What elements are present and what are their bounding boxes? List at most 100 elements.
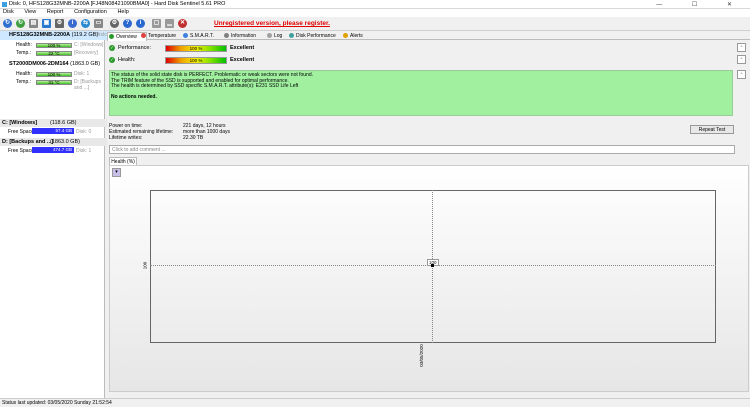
performance-info-button[interactable]: ▫ xyxy=(737,43,746,52)
disk-1-health-label: Health: xyxy=(16,71,32,77)
y-axis-tick: 100 xyxy=(142,261,148,270)
status-bar: Status last updated: 03/05/2020 Sunday 2… xyxy=(0,398,750,406)
volume-d-free-bar: 474.7 GB xyxy=(32,147,74,153)
performance-text: Excellent xyxy=(230,45,255,51)
report-icon[interactable]: ▤ xyxy=(29,19,38,28)
tab-bar: Overview Temperature S.M.A.R.T. Informat… xyxy=(107,31,750,41)
x-axis-tick: 03/05/2020 xyxy=(418,344,424,367)
menu-configuration[interactable]: Configuration xyxy=(74,9,107,15)
help-icon[interactable]: ? xyxy=(123,19,132,28)
tab-alerts[interactable]: Alerts xyxy=(342,32,376,40)
disk-1-health-vol: Disk: 1 xyxy=(74,71,90,77)
smart-icon xyxy=(183,33,188,38)
volume-c-name: C: [Windows] xyxy=(2,120,38,126)
disk-1-temp-label: Temp.: xyxy=(16,79,32,85)
health-bar: 100 % xyxy=(165,57,227,64)
volume-c-size: (118.6 GB) xyxy=(50,120,77,126)
disk-1-size: (1863.0 GB) xyxy=(70,61,101,67)
window-controls[interactable]: — ☐ ✕ xyxy=(656,1,746,8)
lifetime-writes-value: 22.30 TB xyxy=(183,135,204,141)
information-icon xyxy=(224,33,229,38)
disk-1-header[interactable]: ST2000DM006-2DM164 (1863.0 GB) xyxy=(0,60,114,69)
tab-disk-performance[interactable]: Disk Performance xyxy=(288,32,348,40)
health-info-button[interactable]: ▫ xyxy=(737,55,746,64)
tools-icon[interactable]: ⚙ xyxy=(55,19,64,28)
tab-smart-label: S.M.A.R.T. xyxy=(190,33,214,39)
no-actions-text: No actions needed. xyxy=(111,93,157,100)
performance-check-icon: ✓ xyxy=(109,45,115,51)
share-icon[interactable]: ⇆ xyxy=(81,19,90,28)
health-chart-tab[interactable]: Health (%) xyxy=(109,157,137,165)
performance-icon xyxy=(289,33,294,38)
performance-bar: 100 % xyxy=(165,45,227,52)
volume-c-disk: Disk: 0 xyxy=(76,129,92,135)
disk-1-name: ST2000DM006-2DM164 xyxy=(9,61,69,67)
disk-list-panel: HFS128G32MNB-2200A (119.2 GB) Disk: 0 He… xyxy=(0,31,114,399)
health-label: Health: xyxy=(118,57,136,63)
tab-alerts-label: Alerts xyxy=(350,33,363,39)
data-point xyxy=(431,264,434,267)
status-info-button[interactable]: ▫ xyxy=(737,70,746,79)
tab-smart[interactable]: S.M.A.R.T. xyxy=(182,32,228,40)
volume-c-free-label: Free Space xyxy=(8,129,34,135)
repeat-test-button[interactable]: Repeat Test xyxy=(690,125,734,134)
info-icon[interactable]: i xyxy=(68,19,77,28)
window-icon[interactable]: ▢ xyxy=(152,19,161,28)
app-icon xyxy=(2,2,7,7)
disk-1-temp-bar: 31 °C xyxy=(36,80,72,85)
volume-c-header[interactable]: C: [Windows] (118.6 GB) xyxy=(0,119,107,127)
menu-view[interactable]: View xyxy=(24,9,36,15)
menu-disk[interactable]: Disk xyxy=(3,9,14,15)
lifetime-writes-label: Lifetime writes: xyxy=(109,135,143,141)
volume-d-header[interactable]: D: [Backups and ...] (1863.0 GB) xyxy=(0,138,107,146)
health-text: Excellent xyxy=(230,57,255,63)
refresh-icon[interactable]: ↻ xyxy=(3,19,12,28)
title-bar: Disk: 0, HFS128G32MNB-2200A [FJ48N084210… xyxy=(0,0,750,9)
status-description-box: The status of the solid state disk is PE… xyxy=(109,70,733,116)
disk-0-temp-vol: [Recovery] xyxy=(74,50,98,56)
about-icon[interactable]: i xyxy=(136,19,145,28)
volume-d-free-label: Free Space xyxy=(8,148,34,154)
alerts-icon xyxy=(343,33,348,38)
health-check-icon: ✓ xyxy=(109,57,115,63)
disk-0-temp-label: Temp.: xyxy=(16,50,32,56)
log-icon xyxy=(267,33,272,38)
disk-0-header[interactable]: HFS128G32MNB-2200A (119.2 GB) Disk: 0 xyxy=(0,31,114,40)
menu-bar: Disk View Report Configuration Help xyxy=(0,9,750,17)
tab-log-label: Log xyxy=(274,33,283,39)
minimize-icon[interactable]: ▁ xyxy=(165,19,174,28)
save-icon[interactable]: ▣ xyxy=(42,19,51,28)
window-title: Disk: 0, HFS128G32MNB-2200A [FJ48N084210… xyxy=(9,1,226,7)
register-warning-link[interactable]: Unregistered version, please register. xyxy=(214,20,330,27)
chart-options-icon[interactable]: ▾ xyxy=(112,168,121,177)
toolbar: ↻ ↻ ▤ ▣ ⚙ i ⇆ ▭ ⚙ ? i ▢ ▁ ✕ Unregistered… xyxy=(0,17,750,31)
tab-temperature[interactable]: Temperature xyxy=(140,32,188,40)
update-icon[interactable]: ↻ xyxy=(16,19,25,28)
disk-0-health-bar: 100 % xyxy=(36,43,72,48)
disk-1-health-bar: 100 % xyxy=(36,72,72,77)
volume-d-name: D: [Backups and ...] xyxy=(2,139,54,145)
tab-information[interactable]: Information xyxy=(223,32,271,40)
menu-report[interactable]: Report xyxy=(47,9,64,15)
status-line-3: The health is determined by SSD specific… xyxy=(111,83,299,90)
tab-overview-label: Overview xyxy=(116,34,137,40)
tab-disk-performance-label: Disk Performance xyxy=(296,33,336,39)
volume-d-disk: Disk: 1 xyxy=(76,148,92,154)
settings-icon[interactable]: ⚙ xyxy=(110,19,119,28)
tab-information-label: Information xyxy=(231,33,257,39)
performance-label: Performance: xyxy=(118,45,152,51)
volume-c-free-bar: 57.4 GB xyxy=(32,128,74,134)
temperature-icon xyxy=(141,33,146,38)
disk-0-size: (119.2 GB) xyxy=(71,32,99,38)
disk-0-temp-bar: 22 °C xyxy=(36,51,72,56)
disk-1-temp-vol: D: [Backups and ...] xyxy=(74,79,101,91)
disk-0-name: HFS128G32MNB-2200A xyxy=(9,32,71,38)
disk-0-health-label: Health: xyxy=(16,42,32,48)
comment-input[interactable]: Click to add comment ... xyxy=(109,145,735,154)
disk-icon[interactable]: ▭ xyxy=(94,19,103,28)
volume-d-size: (1863.0 GB) xyxy=(50,139,80,145)
close-app-icon[interactable]: ✕ xyxy=(178,19,187,28)
overview-icon xyxy=(109,34,114,39)
tab-temperature-label: Temperature xyxy=(148,33,177,39)
menu-help[interactable]: Help xyxy=(117,9,128,15)
